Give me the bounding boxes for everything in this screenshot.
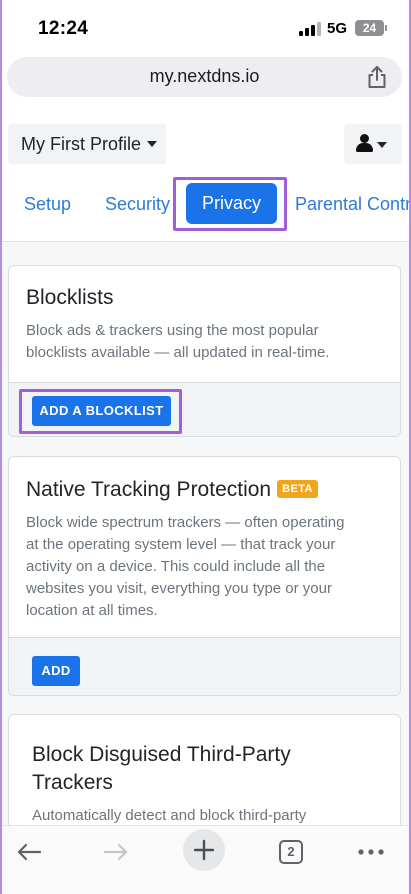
share-icon[interactable] bbox=[366, 65, 388, 89]
chevron-down-icon bbox=[147, 141, 158, 147]
tab-parental-control[interactable]: Parental Control bbox=[295, 185, 411, 223]
card-description: Block wide spectrum trackers — often ope… bbox=[26, 514, 345, 619]
card-description: Block ads & trackers using the most popu… bbox=[26, 322, 330, 361]
card-title: Native Tracking Protection BETA bbox=[26, 478, 318, 502]
chevron-down-icon bbox=[377, 142, 387, 148]
signal-icon bbox=[299, 22, 321, 36]
battery-cap bbox=[385, 25, 387, 31]
new-tab-icon[interactable] bbox=[183, 829, 225, 871]
add-native-tracking-button[interactable]: ADD bbox=[32, 656, 80, 686]
account-menu-button[interactable] bbox=[344, 124, 402, 164]
tabs-icon[interactable]: 2 bbox=[279, 840, 303, 864]
browser-toolbar: 2 bbox=[0, 825, 411, 894]
tab-privacy[interactable]: Privacy bbox=[186, 183, 277, 224]
blocklists-card: Blocklists Block ads & trackers using th… bbox=[8, 265, 401, 437]
profile-dropdown[interactable]: My First Profile bbox=[8, 124, 166, 164]
url-text[interactable]: my.nextdns.io bbox=[7, 66, 402, 87]
native-tracking-card: Native Tracking Protection BETA Block wid… bbox=[8, 456, 401, 696]
back-icon[interactable] bbox=[15, 840, 43, 864]
network-type: 5G bbox=[327, 20, 348, 37]
address-bar[interactable]: my.nextdns.io bbox=[7, 57, 402, 97]
tab-security[interactable]: Security bbox=[105, 185, 170, 223]
card-description: Automatically detect and block third-par… bbox=[32, 807, 307, 824]
card-title: Blocklists bbox=[26, 286, 114, 309]
profile-name: My First Profile bbox=[21, 133, 142, 154]
card-footer: ADD A BLOCKLIST bbox=[9, 382, 400, 436]
status-time: 12:24 bbox=[38, 18, 89, 39]
nav-tabs: Setup Security Privacy Parental Control bbox=[0, 177, 411, 231]
card-title: Block Disguised Third-Party Trackers bbox=[32, 743, 291, 794]
status-bar: 12:24 5G 24 bbox=[0, 0, 411, 56]
tab-setup[interactable]: Setup bbox=[24, 185, 71, 223]
forward-icon[interactable] bbox=[102, 840, 130, 864]
more-icon[interactable] bbox=[357, 848, 385, 856]
card-footer: ADD bbox=[9, 637, 400, 695]
add-blocklist-button[interactable]: ADD A BLOCKLIST bbox=[32, 396, 171, 426]
beta-badge: BETA bbox=[277, 480, 318, 498]
battery-icon: 24 bbox=[355, 20, 384, 36]
